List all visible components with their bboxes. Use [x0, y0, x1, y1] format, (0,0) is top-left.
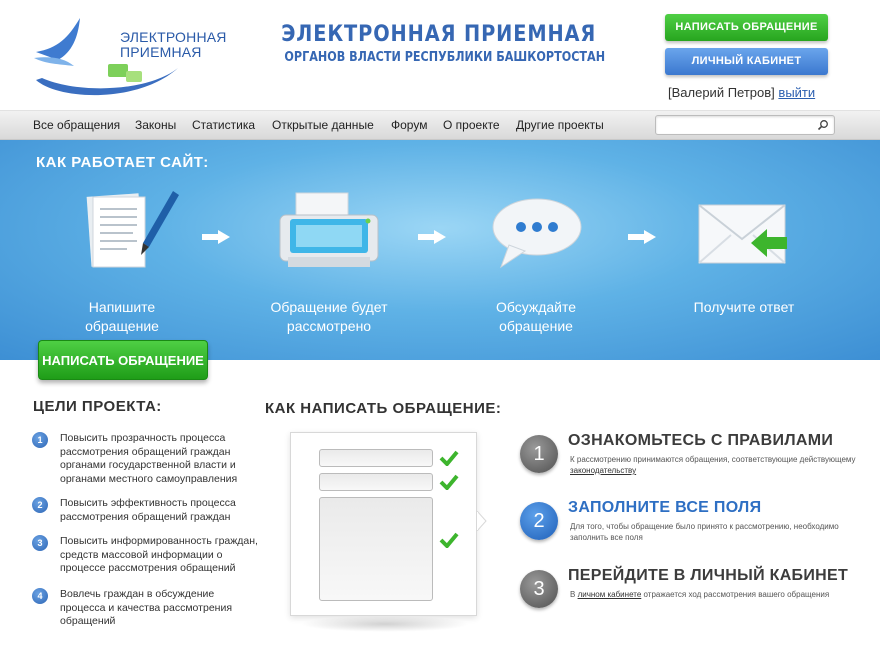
arrow-right-icon: [202, 230, 230, 244]
legislation-link[interactable]: законодательству: [570, 466, 636, 475]
goal-text: Повысить информированность граждан, сред…: [60, 535, 258, 574]
how-step-number: 2: [520, 502, 558, 540]
step-review-label1: Обращение будет: [270, 299, 388, 315]
step-discuss: Обсуждайте обращение: [451, 185, 621, 336]
step-review: Обращение будет рассмотрено: [244, 185, 414, 336]
step-write-label1: Напишите: [88, 299, 156, 315]
monitor-document-icon: [244, 185, 414, 280]
logo-text: ЭЛЕКТРОННАЯ ПРИЕМНАЯ: [120, 30, 227, 60]
how-step-number: 1: [520, 435, 558, 473]
logout-link[interactable]: выйти: [778, 85, 815, 100]
checkmark-icon: [439, 450, 459, 466]
goal-number: 2: [32, 497, 48, 513]
step-write-label2: обращение: [85, 318, 159, 334]
write-appeal-button[interactable]: НАПИСАТЬ ОБРАЩЕНИЕ: [665, 14, 828, 41]
site-title: ЭЛЕКТРОННАЯ ПРИЕМНАЯ ОРГАНОВ ВЛАСТИ РЕСП…: [262, 22, 606, 65]
site-logo[interactable]: ЭЛЕКТРОННАЯ ПРИЕМНАЯ: [28, 8, 226, 100]
site-header: ЭЛЕКТРОННАЯ ПРИЕМНАЯ ЭЛЕКТРОННАЯ ПРИЕМНА…: [0, 0, 880, 110]
checkmark-icon: [439, 532, 459, 548]
chat-bubble-icon: [451, 185, 621, 280]
write-appeal-big-button[interactable]: НАПИСАТЬ ОБРАЩЕНИЕ: [38, 340, 208, 380]
how-step-heading: ПЕРЕЙДИТЕ В ЛИЧНЫЙ КАБИНЕТ: [568, 567, 849, 584]
arrow-right-icon: [418, 230, 446, 244]
card-pointer-icon: [477, 511, 487, 531]
arrow-right-icon: [628, 230, 656, 244]
nav-item-all-appeals[interactable]: Все обращения: [33, 118, 120, 132]
form-illustration: [290, 432, 487, 616]
goal-text: Вовлечь граждан в обсуждение процесса и …: [60, 588, 233, 627]
step-review-label2: рассмотрено: [286, 318, 372, 334]
nav-item-about[interactable]: О проекте: [443, 118, 500, 132]
site-title-line2: ОРГАНОВ ВЛАСТИ РЕСПУБЛИКИ БАШКОРТОСТАН: [284, 50, 606, 65]
main-nav: Все обращения Законы Статистика Открытые…: [0, 110, 880, 140]
how-it-works-title: КАК РАБОТАЕТ САЙТ:: [36, 154, 209, 171]
nav-item-other-projects[interactable]: Другие проекты: [516, 118, 604, 132]
document-pen-icon: [37, 185, 207, 280]
search-icon[interactable]: [817, 119, 829, 131]
card-shadow: [300, 616, 470, 632]
personal-cabinet-link[interactable]: личном кабинете: [578, 590, 642, 599]
nav-item-open-data[interactable]: Открытые данные: [272, 118, 374, 132]
goal-text: Повысить прозрачность процесса рассмотре…: [60, 432, 238, 485]
goal-number: 3: [32, 535, 48, 551]
how-to-write-title: КАК НАПИСАТЬ ОБРАЩЕНИЕ:: [265, 400, 502, 417]
nav-item-forum[interactable]: Форум: [391, 118, 427, 132]
nav-item-laws[interactable]: Законы: [135, 118, 176, 132]
search-box: [655, 115, 835, 135]
how-it-works-banner: КАК РАБОТАЕТ САЙТ: Напишите обращение Об…: [0, 140, 880, 360]
how-step-heading: ОЗНАКОМЬТЕСЬ С ПРАВИЛАМИ: [568, 432, 834, 449]
goal-number: 4: [32, 588, 48, 604]
how-step-desc: В личном кабинете отражается ход рассмот…: [570, 589, 860, 600]
form-field-illustration: [319, 449, 433, 467]
step-answer: Получите ответ: [659, 185, 829, 317]
personal-cabinet-button[interactable]: ЛИЧНЫЙ КАБИНЕТ: [665, 48, 828, 75]
nav-item-statistics[interactable]: Статистика: [192, 118, 255, 132]
goal-number: 1: [32, 432, 48, 448]
how-step-desc-text: отражается ход рассмотрения вашего обращ…: [643, 590, 830, 599]
goals-title: ЦЕЛИ ПРОЕКТА:: [33, 398, 162, 415]
user-name: [Валерий Петров]: [668, 85, 775, 100]
how-step-desc-text: К рассмотрению принимаются обращения, со…: [570, 455, 856, 464]
envelope-reply-icon: [659, 185, 829, 280]
step-answer-label1: Получите ответ: [693, 299, 795, 315]
step-discuss-label1: Обсуждайте: [495, 299, 577, 315]
logo-line2: ПРИЕМНАЯ: [120, 44, 202, 60]
how-step-desc: К рассмотрению принимаются обращения, со…: [570, 454, 860, 476]
how-step-desc: Для того, чтобы обращение было принято к…: [570, 522, 839, 542]
step-write: Напишите обращение: [37, 185, 207, 336]
form-field-illustration: [319, 473, 433, 491]
how-step-desc-text: В: [570, 590, 576, 599]
search-input[interactable]: [660, 118, 810, 132]
form-textarea-illustration: [319, 497, 433, 601]
site-title-line1: ЭЛЕКТРОННАЯ ПРИЕМНАЯ: [281, 22, 597, 47]
checkmark-icon: [439, 474, 459, 490]
how-step-heading: ЗАПОЛНИТЕ ВСЕ ПОЛЯ: [568, 499, 762, 516]
how-step-number: 3: [520, 570, 558, 608]
goal-text: Повысить эффективность процесса рассмотр…: [60, 497, 236, 523]
logo-line1: ЭЛЕКТРОННАЯ: [120, 29, 227, 45]
user-info: [Валерий Петров] выйти: [668, 85, 815, 100]
step-discuss-label2: обращение: [499, 318, 573, 334]
